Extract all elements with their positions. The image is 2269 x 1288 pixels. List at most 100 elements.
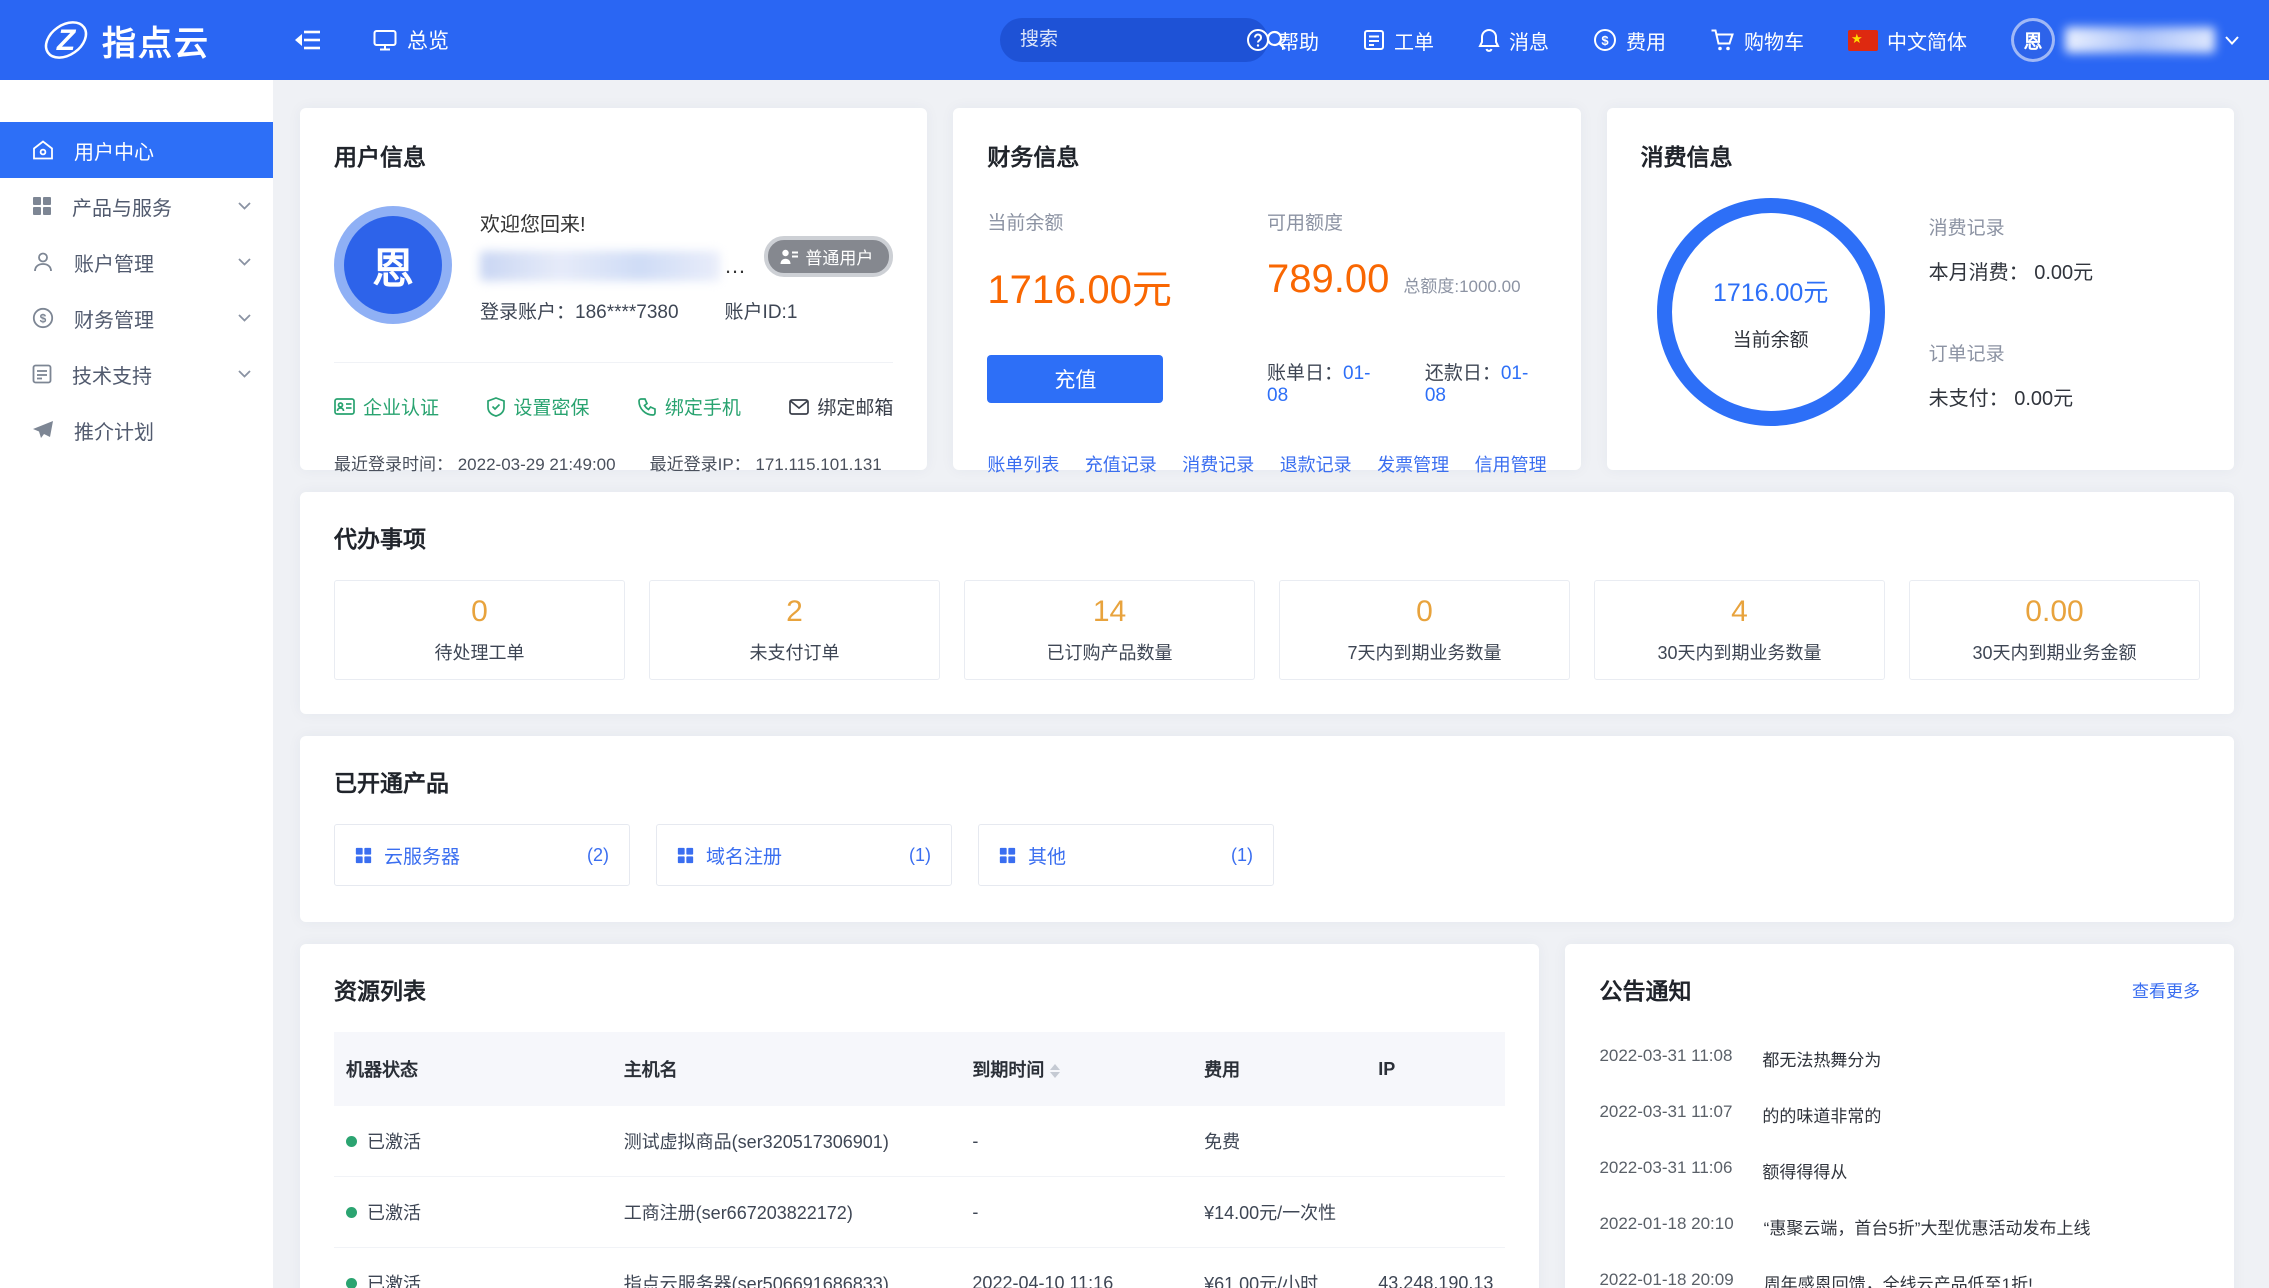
username-redacted — [480, 251, 720, 281]
bill-list-link[interactable]: 账单列表 — [987, 451, 1059, 477]
nav-help-label: 帮助 — [1279, 26, 1319, 55]
sidebar-item-referral[interactable]: 推介计划 — [0, 402, 273, 458]
balance-label: 当前余额 — [987, 208, 1267, 235]
sort-icon — [1050, 1064, 1060, 1078]
view-more-link[interactable]: 查看更多 — [2132, 977, 2200, 1002]
bind-phone-link[interactable]: 绑定手机 — [638, 393, 741, 420]
china-flag-icon: ★ — [1848, 30, 1878, 51]
main-content: 用户信息 普通用户 恩 欢迎您回来! — [273, 80, 2269, 1288]
brand-logo-icon: Z — [40, 14, 92, 66]
sidebar-item-label: 推介计划 — [74, 416, 154, 445]
home-icon — [32, 139, 54, 161]
col-expire[interactable]: 到期时间 — [960, 1032, 1192, 1106]
consume-record-link[interactable]: 消费记录 — [1182, 451, 1254, 477]
help-icon — [1246, 28, 1270, 52]
sidebar-item-label: 账户管理 — [74, 248, 154, 277]
list-item[interactable]: 2022-01-18 20:10 “惠聚云端，首台5折”大型优惠活动发布上线 — [1599, 1214, 2200, 1239]
nav-help[interactable]: 帮助 — [1246, 26, 1319, 55]
search-input[interactable] — [1020, 29, 1265, 51]
resources-table: 机器状态 主机名 到期时间 费用 IP 已激活 测试虚拟商品(ser320517… — [334, 1032, 1505, 1288]
table-row[interactable]: 已激活 工商注册(ser667203822172) - ¥14.00元/一次性 — [334, 1177, 1505, 1248]
grid-icon — [677, 847, 694, 864]
product-cloud-server[interactable]: 云服务器 (2) — [334, 824, 630, 886]
status-dot — [346, 1136, 357, 1147]
user-card-title: 用户信息 — [334, 138, 893, 172]
products-card: 已开通产品 云服务器 (2) 域名注册 (1) — [300, 736, 2234, 922]
todo-expire-7days[interactable]: 0 7天内到期业务数量 — [1279, 580, 1570, 680]
sidebar-item-finance-mgmt[interactable]: $ 财务管理 — [0, 290, 273, 346]
bell-icon — [1478, 28, 1500, 52]
month-consume-value: 本月消费： 0.00元 — [1929, 256, 2093, 285]
enterprise-verify-link[interactable]: 企业认证 — [334, 393, 439, 420]
sidebar-item-label: 用户中心 — [74, 136, 154, 165]
resources-title: 资源列表 — [334, 972, 1505, 1006]
search-box[interactable] — [1000, 18, 1268, 62]
todo-unpaid-orders[interactable]: 2 未支付订单 — [649, 580, 940, 680]
document-icon — [32, 364, 52, 384]
col-hostname: 主机名 — [612, 1032, 961, 1106]
list-item[interactable]: 2022-03-31 11:07 的的味道非常的 — [1599, 1102, 2200, 1127]
table-row[interactable]: 已激活 指点云服务器(ser506691686833) 2022-04-10 1… — [334, 1248, 1505, 1288]
todo-ordered-products[interactable]: 14 已订购产品数量 — [964, 580, 1255, 680]
status-dot — [346, 1278, 357, 1288]
sidebar-item-account-mgmt[interactable]: 账户管理 — [0, 234, 273, 290]
sidebar-item-user-center[interactable]: 用户中心 — [0, 122, 273, 178]
username-ellipsis: … — [724, 253, 746, 279]
product-domain[interactable]: 域名注册 (1) — [656, 824, 952, 886]
product-other[interactable]: 其他 (1) — [978, 824, 1274, 886]
nav-workorder[interactable]: 工单 — [1363, 26, 1434, 55]
chevron-down-icon — [238, 202, 251, 210]
paper-plane-icon — [32, 420, 54, 440]
avatar[interactable]: 恩 — [2011, 18, 2055, 62]
user-menu[interactable]: 恩 — [2011, 18, 2239, 62]
sidebar-item-label: 财务管理 — [74, 304, 154, 333]
table-row[interactable]: 已激活 测试虚拟商品(ser320517306901) - 免费 — [334, 1106, 1505, 1177]
chevron-down-icon — [238, 370, 251, 378]
nav-message[interactable]: 消息 — [1478, 26, 1549, 55]
set-security-link[interactable]: 设置密保 — [487, 393, 589, 420]
recharge-button[interactable]: 充值 — [987, 355, 1163, 403]
nav-workorder-label: 工单 — [1394, 26, 1434, 55]
user-type-badge-label: 普通用户 — [805, 244, 873, 269]
phone-icon — [638, 397, 657, 416]
sidebar-item-products-services[interactable]: 产品与服务 — [0, 178, 273, 234]
list-item[interactable]: 2022-01-18 20:09 周年感恩回馈，全线云产品低至1折! — [1599, 1270, 2200, 1288]
language-label: 中文简体 — [1887, 26, 1967, 55]
sidebar-collapse-icon[interactable] — [291, 23, 325, 57]
login-account: 登录账户：186****7380 — [480, 297, 679, 324]
sidebar-item-tech-support[interactable]: 技术支持 — [0, 346, 273, 402]
grid-icon — [355, 847, 372, 864]
username-redacted — [2065, 27, 2215, 53]
nav-overview[interactable]: 总览 — [373, 25, 449, 55]
cart-icon — [1710, 28, 1735, 52]
invoice-mgmt-link[interactable]: 发票管理 — [1377, 451, 1449, 477]
refund-record-link[interactable]: 退款记录 — [1280, 451, 1352, 477]
person-icon — [32, 251, 54, 273]
nav-fee[interactable]: $ 费用 — [1593, 26, 1666, 55]
credit-value: 789.00 — [1267, 257, 1389, 302]
bind-email-link[interactable]: 绑定邮箱 — [789, 393, 893, 420]
svg-text:Z: Z — [56, 24, 77, 57]
bill-day: 账单日：01-08 — [1267, 358, 1389, 407]
id-card-icon — [334, 398, 355, 415]
todo-pending-workorders[interactable]: 0 待处理工单 — [334, 580, 625, 680]
last-login-time: 最近登录时间： 2022-03-29 21:49:00 — [334, 450, 616, 475]
repay-day: 还款日：01-08 — [1425, 358, 1547, 407]
list-item[interactable]: 2022-03-31 11:06 额得得得从 — [1599, 1158, 2200, 1183]
todo-expire-30days-amount[interactable]: 0.00 30天内到期业务金额 — [1909, 580, 2200, 680]
svg-text:$: $ — [40, 312, 47, 326]
language-switcher[interactable]: ★ 中文简体 — [1848, 26, 1967, 55]
credit-mgmt-link[interactable]: 信用管理 — [1475, 451, 1547, 477]
last-login-ip: 最近登录IP： 171.115.101.131 — [650, 450, 882, 475]
status-dot — [346, 1207, 357, 1218]
todo-title: 代办事项 — [334, 520, 2200, 554]
list-item[interactable]: 2022-03-31 11:08 都无法热舞分为 — [1599, 1046, 2200, 1071]
brand-logo[interactable]: Z 指点云 — [0, 14, 273, 66]
todo-expire-30days[interactable]: 4 30天内到期业务数量 — [1594, 580, 1885, 680]
nav-cart[interactable]: 购物车 — [1710, 26, 1804, 55]
announcements-card: 公告通知 查看更多 2022-03-31 11:08 都无法热舞分为 2022-… — [1565, 944, 2234, 1288]
dollar-circle-icon: $ — [32, 307, 54, 329]
shield-check-icon — [487, 397, 505, 417]
dollar-icon: $ — [1593, 28, 1617, 52]
recharge-record-link[interactable]: 充值记录 — [1085, 451, 1157, 477]
